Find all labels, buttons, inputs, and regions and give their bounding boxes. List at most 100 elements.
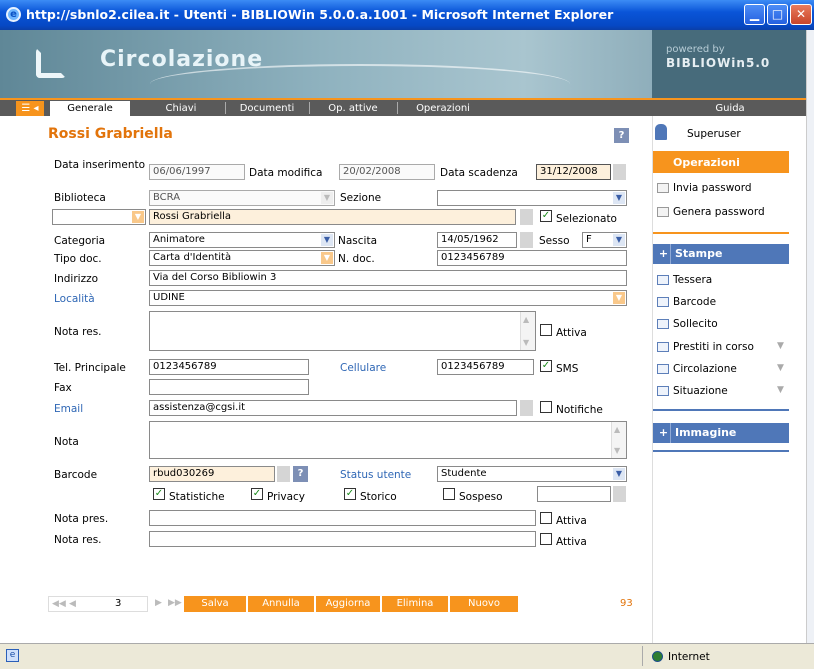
data-inserimento-label: Data inserimento bbox=[54, 159, 146, 171]
tab-chiavi[interactable]: Chiavi bbox=[138, 101, 224, 116]
barcode-help-button[interactable]: ? bbox=[293, 466, 308, 482]
selezionato-checkbox[interactable]: ✓ bbox=[540, 210, 552, 222]
powered-by-label: powered by bbox=[666, 44, 725, 55]
chevron-down-icon: ▼ bbox=[777, 341, 784, 351]
data-modifica-field[interactable]: 20/02/2008 bbox=[339, 164, 435, 180]
prev-record-button[interactable]: ◀ bbox=[69, 597, 76, 611]
email-link[interactable]: Email bbox=[54, 403, 83, 415]
user-name-title: Rossi Grabriella bbox=[48, 126, 173, 142]
page-number[interactable]: 3 bbox=[115, 597, 121, 611]
tab-operazioni[interactable]: Operazioni bbox=[398, 101, 488, 116]
prefix-select[interactable]: ▼ bbox=[52, 209, 146, 225]
scroll-down-icon: ▼ bbox=[523, 338, 530, 347]
salva-button[interactable]: Salva bbox=[184, 596, 246, 612]
lookup-button[interactable] bbox=[520, 209, 533, 225]
tab-documenti[interactable]: Documenti bbox=[226, 101, 308, 116]
storico-checkbox[interactable]: ✓ bbox=[344, 488, 356, 500]
record-count: 93 bbox=[620, 598, 633, 609]
calendar-button[interactable] bbox=[613, 486, 626, 502]
minimize-button[interactable]: ▁ bbox=[744, 4, 765, 25]
stampe-header[interactable]: + Stampe bbox=[653, 244, 789, 264]
nota-res2-field[interactable] bbox=[149, 531, 536, 547]
first-record-button[interactable]: ◀◀ bbox=[52, 597, 66, 611]
close-button[interactable]: ✕ bbox=[790, 4, 812, 25]
tel-label: Tel. Principale bbox=[54, 362, 126, 374]
email-field[interactable]: assistenza@cgsi.it bbox=[149, 400, 517, 416]
nota-pres-field[interactable] bbox=[149, 510, 536, 526]
sezione-label: Sezione bbox=[340, 192, 382, 204]
nascita-field[interactable]: 14/05/1962 bbox=[437, 232, 517, 248]
sesso-select[interactable]: F ▼ bbox=[582, 232, 627, 248]
sesso-value: F bbox=[586, 234, 592, 245]
sospeso-checkbox[interactable] bbox=[443, 488, 455, 500]
barcode-field[interactable]: rbud030269 bbox=[149, 466, 275, 482]
invia-password-label: Invia password bbox=[673, 182, 752, 194]
data-modifica-label: Data modifica bbox=[249, 167, 323, 179]
print-icon bbox=[657, 364, 669, 374]
cellulare-field[interactable]: 0123456789 bbox=[437, 359, 534, 375]
biblioteca-select[interactable]: BCRA ▼ bbox=[149, 190, 335, 206]
nuovo-button[interactable]: Nuovo bbox=[450, 596, 518, 612]
statistiche-checkbox[interactable]: ✓ bbox=[153, 488, 165, 500]
sms-checkbox[interactable]: ✓ bbox=[540, 360, 552, 372]
security-zone: Internet bbox=[668, 651, 710, 663]
aggiorna-button[interactable]: Aggiorna bbox=[316, 596, 380, 612]
attiva-pres-checkbox[interactable] bbox=[540, 512, 552, 524]
current-user: Superuser bbox=[687, 128, 741, 140]
immagine-label: Immagine bbox=[675, 426, 737, 439]
page-icon: e bbox=[6, 649, 19, 662]
status-utente-select[interactable]: Studente ▼ bbox=[437, 466, 627, 482]
data-inserimento-field[interactable]: 06/06/1997 bbox=[149, 164, 245, 180]
notifiche-checkbox[interactable] bbox=[540, 401, 552, 413]
n-doc-label: N. doc. bbox=[338, 253, 375, 265]
tel-field[interactable]: 0123456789 bbox=[149, 359, 309, 375]
nome-field[interactable]: Rossi Grabriella bbox=[149, 209, 516, 225]
help-link[interactable]: Guida bbox=[690, 101, 770, 116]
calendar-button[interactable] bbox=[613, 164, 626, 180]
categoria-value: Animatore bbox=[153, 234, 205, 245]
chevron-down-icon: ▼ bbox=[613, 234, 625, 246]
sezione-select[interactable]: ▼ bbox=[437, 190, 627, 206]
send-email-button[interactable] bbox=[520, 400, 533, 416]
sospeso-date-field[interactable] bbox=[537, 486, 611, 502]
operazioni-header[interactable]: Operazioni bbox=[653, 153, 789, 173]
annulla-button[interactable]: Annulla bbox=[248, 596, 314, 612]
maximize-button[interactable]: □ bbox=[767, 4, 788, 25]
fax-field[interactable] bbox=[149, 379, 309, 395]
stampa-sollecito-label: Sollecito bbox=[673, 318, 718, 330]
scrollbar[interactable]: ▲ ▼ bbox=[520, 312, 535, 350]
page-box: ◀◀ ◀ 3 bbox=[48, 596, 148, 612]
attiva-checkbox[interactable] bbox=[540, 324, 552, 336]
indirizzo-field[interactable]: Via del Corso Bibliowin 3 bbox=[149, 270, 627, 286]
categoria-select[interactable]: Animatore ▼ bbox=[149, 232, 335, 248]
chevron-down-icon: ▼ bbox=[613, 192, 625, 204]
selezionato-label: Selezionato bbox=[556, 213, 617, 225]
localita-link[interactable]: Località bbox=[54, 293, 95, 305]
tab-op-attive[interactable]: Op. attive bbox=[310, 101, 396, 116]
chevron-down-icon: ▼ bbox=[613, 292, 625, 304]
data-scadenza-field[interactable]: 31/12/2008 bbox=[536, 164, 611, 180]
privacy-checkbox[interactable]: ✓ bbox=[251, 488, 263, 500]
sms-label: SMS bbox=[556, 363, 579, 375]
nota-res-textarea[interactable]: ▲ ▼ bbox=[149, 311, 536, 351]
menu-toggle-icon[interactable]: ☰ ◂ bbox=[16, 101, 44, 116]
tipo-doc-select[interactable]: Carta d'Identità ▼ bbox=[149, 250, 335, 266]
elimina-button[interactable]: Elimina bbox=[382, 596, 448, 612]
help-button[interactable]: ? bbox=[614, 128, 629, 143]
tab-generale[interactable]: Generale bbox=[50, 101, 130, 116]
attiva-res-checkbox[interactable] bbox=[540, 533, 552, 545]
chevron-down-icon: ▼ bbox=[132, 211, 144, 223]
nota-textarea[interactable]: ▲ ▼ bbox=[149, 421, 627, 459]
window-scrollbar[interactable] bbox=[806, 30, 814, 643]
last-record-button[interactable]: ▶▶ bbox=[168, 598, 182, 608]
n-doc-field[interactable]: 0123456789 bbox=[437, 250, 627, 266]
cellulare-link[interactable]: Cellulare bbox=[340, 362, 386, 374]
localita-select[interactable]: UDINE ▼ bbox=[149, 290, 627, 306]
immagine-header[interactable]: + Immagine bbox=[653, 423, 789, 443]
calendar-button[interactable] bbox=[520, 232, 533, 248]
next-record-button[interactable]: ▶ bbox=[155, 598, 162, 608]
title-bar: e http://sbnlo2.cilea.it - Utenti - BIBL… bbox=[0, 0, 814, 30]
barcode-lookup-button[interactable] bbox=[277, 466, 290, 482]
scrollbar[interactable]: ▲ ▼ bbox=[611, 422, 626, 458]
status-utente-link[interactable]: Status utente bbox=[340, 469, 411, 481]
